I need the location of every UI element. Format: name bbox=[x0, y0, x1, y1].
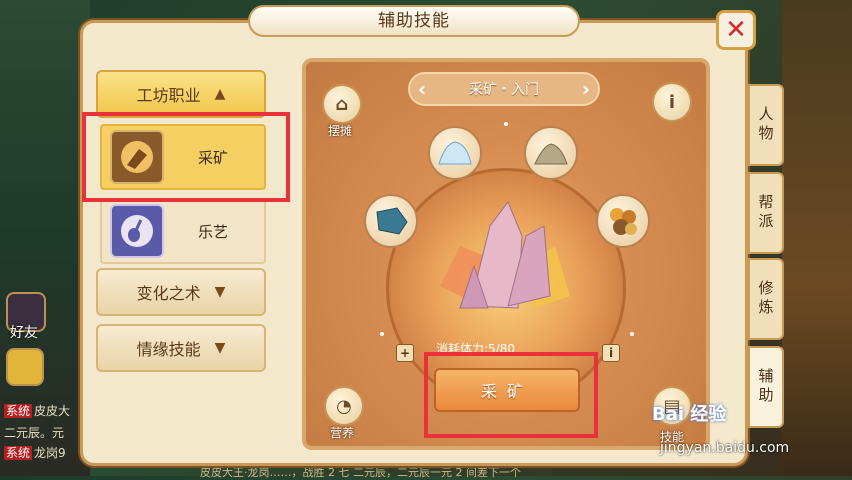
crystal-ore-image bbox=[440, 200, 570, 309]
skill-name-plate: ‹ 采矿・入门 › bbox=[408, 72, 600, 106]
tab-character[interactable]: 人物 bbox=[748, 84, 784, 166]
chat-line: 系统 皮皮大 bbox=[4, 404, 71, 418]
category-label: 工坊职业 bbox=[136, 86, 201, 105]
close-icon: ✕ bbox=[725, 15, 747, 45]
next-level-arrow-icon[interactable]: › bbox=[582, 77, 590, 101]
category-romance[interactable]: 情缘技能 ▼ bbox=[96, 324, 266, 372]
skill-item-music[interactable]: 乐艺 bbox=[100, 198, 266, 264]
close-button[interactable]: ✕ bbox=[716, 10, 756, 50]
indicator-dot bbox=[630, 332, 634, 336]
info-icon: i bbox=[668, 91, 676, 113]
cost-info-button[interactable]: i bbox=[602, 344, 620, 362]
chat-line: 系统 龙岗9 bbox=[4, 446, 66, 460]
panel-title-plate: 辅助技能 bbox=[248, 5, 580, 37]
bottom-chat-text: 皮皮大王·龙岗……，战胜 2 七 二元辰，二元辰一元 2 间差下一个 bbox=[200, 466, 521, 479]
game-background-right bbox=[782, 0, 852, 476]
category-workshop[interactable]: 工坊职业 ▲ bbox=[96, 70, 266, 118]
friend-label: 好友 bbox=[10, 325, 38, 341]
gold-ore-icon[interactable] bbox=[596, 194, 650, 248]
guitar-icon bbox=[110, 204, 164, 258]
chevron-down-icon: ▼ bbox=[214, 340, 226, 356]
info-button[interactable]: i bbox=[652, 82, 692, 122]
highlight-box-mining bbox=[82, 112, 290, 202]
nourish-icon: ◔ bbox=[336, 395, 352, 417]
category-transform[interactable]: 变化之术 ▼ bbox=[96, 268, 266, 316]
skill-label: 乐艺 bbox=[198, 222, 229, 241]
stall-icon: ⌂ bbox=[335, 93, 349, 115]
indicator-dot bbox=[380, 332, 384, 336]
add-stamina-button[interactable]: + bbox=[396, 344, 414, 362]
snow-ore-icon[interactable] bbox=[428, 126, 482, 180]
highlight-box-action bbox=[424, 352, 598, 438]
chat-line: 二元辰。元 bbox=[4, 426, 65, 440]
tab-guild[interactable]: 帮派 bbox=[748, 172, 784, 254]
tab-auxiliary[interactable]: 辅助 bbox=[748, 346, 784, 428]
chevron-down-icon: ▼ bbox=[214, 284, 226, 300]
watermark-url: jingyan.baidu.com bbox=[660, 440, 790, 456]
blue-ore-icon[interactable] bbox=[364, 194, 418, 248]
nourish-button[interactable]: ◔ bbox=[324, 386, 364, 426]
prev-level-arrow-icon[interactable]: ‹ bbox=[418, 77, 426, 101]
category-label: 变化之术 bbox=[136, 284, 201, 303]
chevron-up-icon: ▲ bbox=[214, 86, 226, 102]
panel-title: 辅助技能 bbox=[378, 11, 450, 31]
stall-button[interactable]: ⌂ bbox=[322, 84, 362, 124]
category-label: 情缘技能 bbox=[136, 340, 201, 359]
tab-cultivation[interactable]: 修炼 bbox=[748, 258, 784, 340]
grain-ore-icon[interactable] bbox=[524, 126, 578, 180]
nourish-label: 营养 bbox=[330, 426, 355, 440]
skill-name: 采矿・入门 bbox=[469, 82, 539, 98]
baidu-watermark: Bai 经验 bbox=[652, 404, 727, 425]
stall-label: 摆摊 bbox=[328, 124, 353, 138]
indicator-dot bbox=[504, 122, 508, 126]
chat-bubble-icon[interactable] bbox=[6, 348, 44, 386]
